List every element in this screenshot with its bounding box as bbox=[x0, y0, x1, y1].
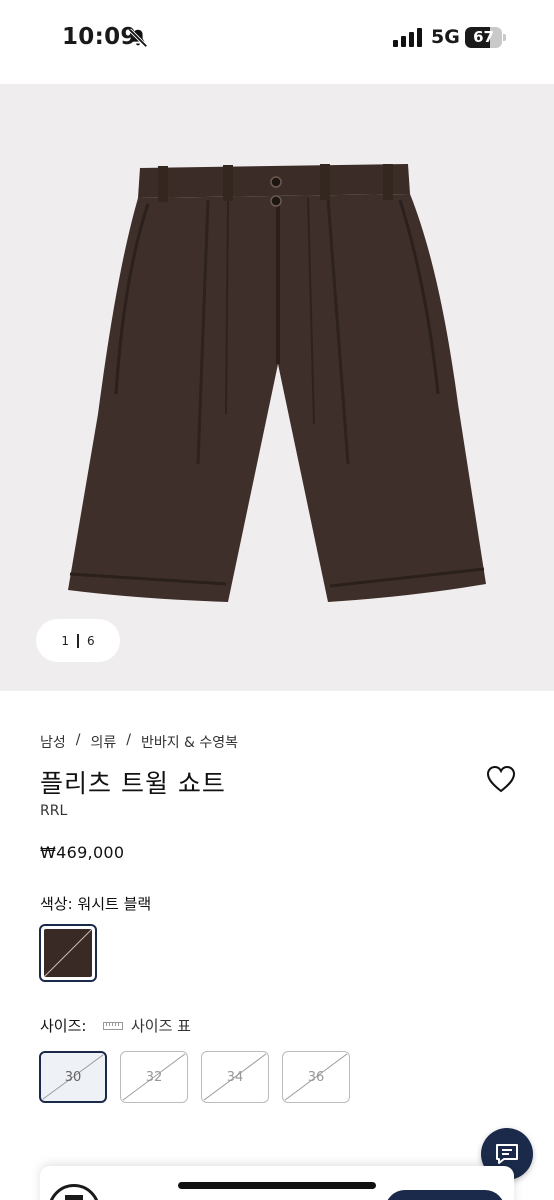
breadcrumb-separator: / bbox=[126, 732, 131, 748]
size-guide-link[interactable]: 사이즈 표 bbox=[103, 1015, 191, 1036]
network-type: 5G bbox=[431, 26, 460, 48]
wishlist-heart-icon[interactable] bbox=[486, 765, 516, 793]
product-image-gallery[interactable]: 1 6 bbox=[0, 84, 554, 691]
size-label: 사이즈: bbox=[40, 1017, 87, 1035]
pager-current: 1 bbox=[61, 633, 69, 648]
bell-off-icon bbox=[128, 28, 148, 48]
breadcrumb-item-shorts-swim[interactable]: 반바지 & 수영복 bbox=[141, 732, 238, 752]
size-guide-label: 사이즈 표 bbox=[131, 1017, 191, 1035]
pager-total: 6 bbox=[87, 633, 95, 648]
pager-separator bbox=[77, 633, 79, 648]
home-indicator bbox=[178, 1182, 376, 1189]
battery-icon: 67 bbox=[465, 27, 507, 48]
status-bar: 10:09 5G 67 bbox=[0, 0, 554, 84]
size-option-34[interactable]: 34 bbox=[201, 1051, 269, 1103]
chat-bubble-icon bbox=[496, 1144, 518, 1164]
color-swatch-washed-black[interactable] bbox=[39, 924, 97, 982]
image-pager: 1 6 bbox=[36, 619, 120, 662]
breadcrumb-item-clothing[interactable]: 의류 bbox=[90, 732, 116, 752]
size-option-32[interactable]: 32 bbox=[120, 1051, 188, 1103]
size-option-36[interactable]: 36 bbox=[282, 1051, 350, 1103]
color-label: 색상: 워시트 블랙 bbox=[40, 895, 152, 913]
product-price: ₩469,000 bbox=[40, 843, 125, 862]
add-to-cart-button[interactable] bbox=[385, 1190, 505, 1200]
breadcrumb: 남성 / 의류 / 반바지 & 수영복 bbox=[40, 732, 238, 752]
status-time: 10:09 bbox=[62, 24, 137, 50]
breadcrumb-item-men[interactable]: 남성 bbox=[40, 732, 66, 752]
signal-icon bbox=[393, 28, 422, 47]
size-option-label: 30 bbox=[64, 1069, 82, 1085]
store-avatar[interactable] bbox=[48, 1184, 100, 1200]
product-title: 플리츠 트윌 쇼트 bbox=[40, 769, 226, 798]
size-option-label: 36 bbox=[307, 1069, 325, 1085]
color-chip bbox=[44, 929, 92, 977]
size-option-label: 34 bbox=[226, 1069, 244, 1085]
battery-percent: 67 bbox=[473, 28, 494, 46]
size-option-label: 32 bbox=[145, 1069, 163, 1085]
ruler-icon bbox=[103, 1021, 123, 1030]
size-option-30[interactable]: 30 bbox=[39, 1051, 107, 1103]
breadcrumb-separator: / bbox=[75, 732, 81, 748]
product-brand: RRL bbox=[40, 803, 68, 819]
shorts-icon bbox=[68, 164, 486, 602]
